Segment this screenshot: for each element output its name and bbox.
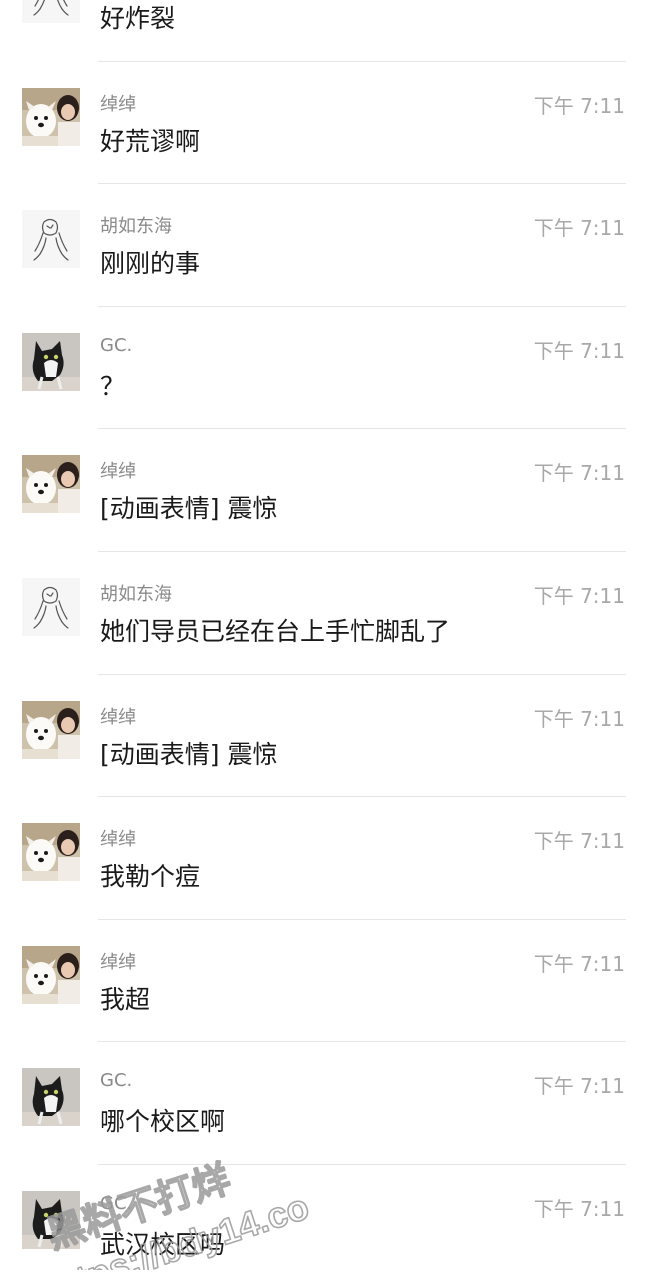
message-time: 下午 7:11 [533, 461, 625, 486]
avatar[interactable] [22, 455, 80, 514]
message-list: 好炸裂 绰绰 下午 7:11 好荒谬啊 胡如东海 下午 7:11 刚刚的事 GC… [0, 0, 652, 1288]
message-row[interactable]: 绰绰 下午 7:11 我勒个痘 [0, 797, 652, 920]
avatar[interactable] [22, 1068, 80, 1127]
sender-name: 绰绰 [100, 93, 136, 115]
message-row[interactable]: 绰绰 下午 7:11 [动画表情] 震惊 [0, 675, 652, 798]
avatar[interactable] [22, 1190, 80, 1249]
avatar[interactable] [22, 945, 80, 1004]
message-text: [动画表情] 震惊 [100, 739, 278, 769]
avatar[interactable] [22, 332, 80, 391]
message-row[interactable]: 好炸裂 [0, 0, 652, 62]
message-text: 武汉校区吗 [100, 1229, 226, 1259]
message-time: 下午 7:11 [533, 216, 625, 241]
avatar[interactable] [22, 823, 80, 882]
sender-name: GC. [100, 1192, 133, 1214]
message-text: [动画表情] 震惊 [100, 494, 278, 524]
message-row[interactable]: 绰绰 下午 7:11 [动画表情] 震惊 [0, 429, 652, 552]
message-text: 好炸裂 [100, 4, 176, 33]
avatar[interactable] [22, 210, 80, 269]
message-time: 下午 7:11 [533, 951, 625, 976]
message-time: 下午 7:11 [533, 583, 625, 608]
message-row[interactable]: 胡如东海 下午 7:11 她们导员已经在台上手忙脚乱了 [0, 552, 652, 675]
message-time: 下午 7:11 [533, 829, 625, 854]
message-text: 刚刚的事 [100, 249, 201, 279]
message-text: ？ [100, 371, 126, 401]
message-row[interactable]: GC. 下午 7:11 哪个校区啊 [0, 1042, 652, 1165]
sender-name: GC. [100, 334, 133, 356]
sender-name: 胡如东海 [100, 216, 172, 238]
avatar[interactable] [22, 0, 80, 23]
message-time: 下午 7:11 [533, 338, 625, 363]
sender-name: 胡如东海 [100, 583, 172, 605]
message-time: 下午 7:11 [533, 1074, 625, 1099]
message-row[interactable]: GC. 下午 7:11 ？ [0, 307, 652, 430]
sender-name: 绰绰 [100, 829, 136, 851]
message-text: 好荒谬啊 [100, 126, 201, 156]
message-text: 她们导员已经在台上手忙脚乱了 [100, 616, 451, 646]
sender-name: 绰绰 [100, 461, 136, 483]
message-text: 我勒个痘 [100, 862, 201, 892]
message-time: 下午 7:11 [533, 706, 625, 731]
message-text: 哪个校区啊 [100, 1107, 226, 1137]
message-time: 下午 7:11 [533, 93, 625, 118]
message-row[interactable]: GC. 下午 7:11 武汉校区吗 [0, 1165, 652, 1288]
sender-name: GC. [100, 1070, 133, 1092]
avatar[interactable] [22, 87, 80, 146]
sender-name: 绰绰 [100, 706, 136, 728]
message-row[interactable]: 绰绰 下午 7:11 我超 [0, 920, 652, 1043]
avatar[interactable] [22, 577, 80, 636]
message-text: 我超 [100, 984, 151, 1014]
sender-name: 绰绰 [100, 951, 136, 973]
message-row[interactable]: 胡如东海 下午 7:11 刚刚的事 [0, 184, 652, 307]
message-time: 下午 7:11 [533, 1196, 625, 1221]
message-row[interactable]: 绰绰 下午 7:11 好荒谬啊 [0, 62, 652, 185]
avatar[interactable] [22, 700, 80, 759]
